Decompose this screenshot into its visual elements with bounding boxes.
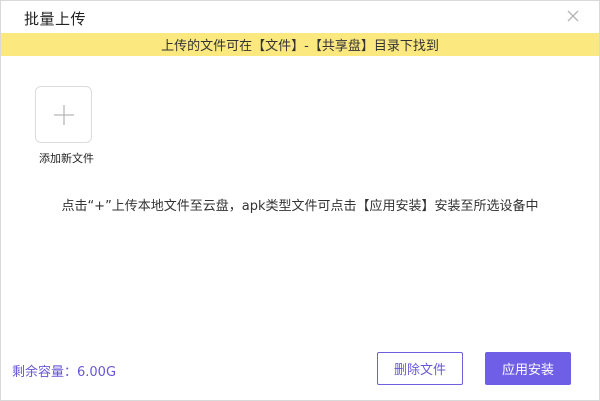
delete-file-button[interactable]: 删除文件	[377, 352, 463, 385]
app-install-button[interactable]: 应用安装	[485, 352, 571, 385]
plus-icon	[53, 104, 74, 125]
remaining-storage: 剩余容量：6.00G	[12, 365, 117, 380]
add-file-button[interactable]	[35, 86, 92, 143]
close-button[interactable]	[563, 6, 583, 26]
add-file-label: 添加新文件	[39, 152, 94, 165]
notice-text: 上传的文件可在【文件】-【共享盘】目录下找到	[161, 39, 439, 54]
notice-banner: 上传的文件可在【文件】-【共享盘】目录下找到	[1, 33, 599, 56]
title-bar: 批量上传	[1, 1, 599, 33]
close-icon	[567, 10, 579, 22]
batch-upload-dialog: 批量上传 上传的文件可在【文件】-【共享盘】目录下找到 添加新文件 点击“+”上…	[0, 0, 600, 401]
upload-hint: 点击“+”上传本地文件至云盘，apk类型文件可点击【应用安装】安装至所选设备中	[61, 199, 539, 214]
dialog-title: 批量上传	[24, 10, 87, 28]
